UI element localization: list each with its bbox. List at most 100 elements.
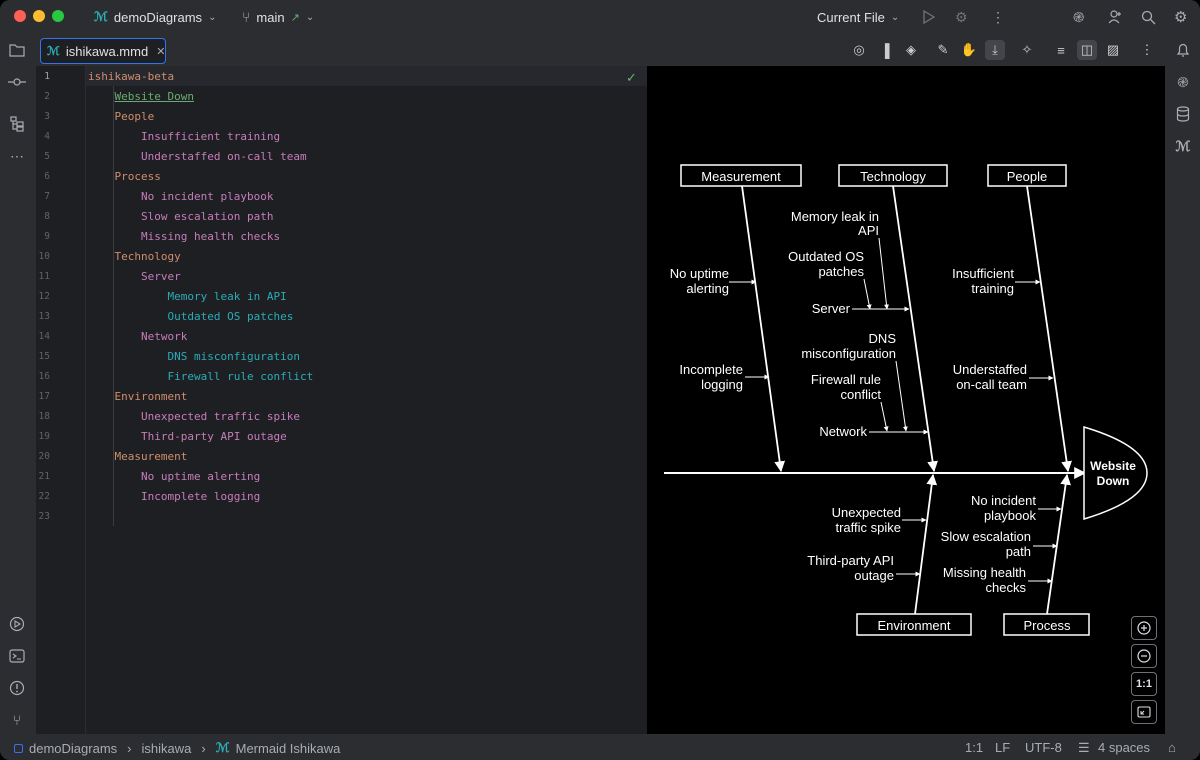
cause-insufficient-training-1: Insufficient: [952, 266, 1014, 281]
line-number: 12: [38, 291, 50, 302]
ai-assistant-button[interactable]: ֎: [1073, 0, 1084, 34]
fit-view-button[interactable]: [1131, 700, 1157, 724]
cause-firewall-2: conflict: [841, 387, 882, 402]
hand-pan-button[interactable]: ✋: [959, 40, 979, 60]
effect-head: [1083, 425, 1148, 521]
line-number: 3: [44, 111, 50, 122]
more-tools-button[interactable]: ⋯: [7, 146, 27, 166]
fill-bucket-button[interactable]: ◈: [901, 40, 921, 60]
settings-button[interactable]: ⚙: [1174, 0, 1187, 34]
breadcrumb-folder[interactable]: ishikawa: [142, 741, 192, 756]
line-number: 2: [44, 91, 50, 102]
ai-chat-icon: ֎: [1177, 73, 1189, 90]
code-line: Understaffed on-call team: [141, 150, 307, 163]
git-tool-button[interactable]: ⑂: [7, 710, 27, 730]
more-horizontal-icon: ⋯: [10, 147, 24, 164]
bone-technology: [892, 185, 938, 473]
ai-chat-tool-button[interactable]: ֎: [1173, 72, 1193, 92]
tab-label: ishikawa.mmd: [65, 43, 149, 59]
cause-arrow-outdated-os: [863, 278, 872, 310]
palette-button[interactable]: ◎: [849, 40, 869, 60]
run-config-selector[interactable]: Current File ⌄: [817, 0, 899, 34]
code-line: Memory leak in API: [167, 290, 287, 303]
more-actions-button[interactable]: ⋮: [991, 0, 1005, 34]
more-vertical-button[interactable]: ⋮: [1137, 40, 1157, 60]
mermaid-file-icon: ℳ: [215, 740, 230, 755]
paint-roller-button[interactable]: ▐: [875, 40, 895, 60]
project-tool-button[interactable]: [7, 40, 27, 60]
notifications-tool-button[interactable]: [1173, 40, 1193, 60]
reset-zoom-button[interactable]: 1:1: [1131, 672, 1157, 696]
code-editor[interactable]: 1 2 3 4 5 6 7 8 9 10 11 12 13 14 15 16 17 18 19 20 21 22 23 is…: [36, 66, 647, 734]
gutter-separator: [85, 66, 86, 734]
cause-unexpected-traffic-1: Unexpected: [832, 505, 901, 520]
search-button[interactable]: [1141, 0, 1156, 34]
close-tab-icon[interactable]: ✕: [156, 45, 165, 58]
export-icon: ⤓: [992, 42, 998, 57]
indent-settings[interactable]: 4 spaces: [1098, 740, 1150, 755]
zoom-in-button[interactable]: [1131, 616, 1157, 640]
cause-outdated-os-1: Outdated OS: [788, 249, 864, 264]
magic-wand-icon: ✧: [1021, 42, 1033, 57]
close-window-button[interactable]: [14, 10, 26, 22]
fit-view-icon: [1137, 706, 1151, 718]
cause-missing-health-1: Missing health: [943, 565, 1026, 580]
branch-switcher[interactable]: ⑂ main ↗ ⌄: [242, 0, 314, 34]
terminal-icon: [9, 649, 25, 663]
lock-icon[interactable]: ⌂: [1168, 740, 1176, 755]
inspection-ok-icon[interactable]: ✓: [626, 70, 637, 86]
line-number: 9: [44, 231, 50, 242]
project-switcher[interactable]: ℳ demoDiagrams ⌄: [94, 0, 216, 34]
breadcrumb-language[interactable]: Mermaid Ishikawa: [236, 741, 341, 756]
line-number: 22: [38, 491, 50, 502]
code-line: DNS misconfiguration: [167, 350, 300, 363]
git-branch-icon: ⑂: [242, 9, 251, 25]
hand-pan-icon: ✋: [960, 42, 978, 57]
commit-tool-button[interactable]: [7, 72, 27, 92]
bell-icon: [1176, 43, 1190, 57]
code-line: Outdated OS patches: [167, 310, 294, 323]
cause-server: Server: [812, 301, 851, 316]
debug-button[interactable]: ⚙: [955, 0, 968, 34]
cause-dns-1: DNS: [869, 331, 897, 346]
magic-wand-button[interactable]: ✧: [1017, 40, 1037, 60]
file-encoding[interactable]: UTF-8: [1025, 740, 1062, 755]
database-tool-button[interactable]: [1173, 104, 1193, 124]
terminal-tool-button[interactable]: [7, 646, 27, 666]
caret-position[interactable]: 1:1: [965, 740, 983, 755]
cause-understaffed-2: on-call team: [956, 377, 1027, 392]
pencil-button[interactable]: ✎: [933, 40, 953, 60]
structure-tool-button[interactable]: [7, 114, 27, 134]
line-number: 5: [44, 151, 50, 162]
run-button[interactable]: [921, 0, 935, 34]
add-user-button[interactable]: [1107, 0, 1123, 34]
line-number: 14: [38, 331, 50, 342]
mermaid-logo-icon: ℳ: [1175, 137, 1191, 154]
code-line: Firewall rule conflict: [167, 370, 314, 383]
mermaid-tool-button[interactable]: ℳ: [1173, 136, 1193, 156]
category-technology: Technology: [860, 169, 926, 184]
preview-only-icon: ▨: [1106, 42, 1120, 57]
split-view-button[interactable]: ◫: [1077, 40, 1097, 60]
breadcrumb-project[interactable]: demoDiagrams: [29, 741, 117, 756]
preview-only-button[interactable]: ▨: [1103, 40, 1123, 60]
pencil-icon: ✎: [937, 42, 949, 57]
indent-settings-icon: ☰: [1078, 740, 1090, 755]
add-user-icon: [1108, 10, 1121, 24]
services-tool-button[interactable]: [7, 614, 27, 634]
problems-tool-button[interactable]: [7, 678, 27, 698]
effect-label-line-2: Down: [1097, 474, 1130, 488]
line-number: 23: [38, 511, 50, 522]
maximize-window-button[interactable]: [52, 10, 64, 22]
tab-ishikawa-mmd[interactable]: ℳ ishikawa.mmd ✕: [40, 38, 166, 64]
zoom-out-button[interactable]: [1131, 644, 1157, 668]
bone-measurement: [741, 185, 786, 473]
line-number: 11: [38, 271, 50, 282]
line-number: 20: [38, 451, 50, 462]
minimize-window-button[interactable]: [33, 10, 45, 22]
cause-incomplete-logging-2: logging: [701, 377, 743, 392]
editor-only-button[interactable]: ≡: [1051, 40, 1071, 60]
line-separator[interactable]: LF: [995, 740, 1010, 755]
run-icon: [923, 10, 935, 24]
export-button[interactable]: ⤓: [985, 40, 1005, 60]
